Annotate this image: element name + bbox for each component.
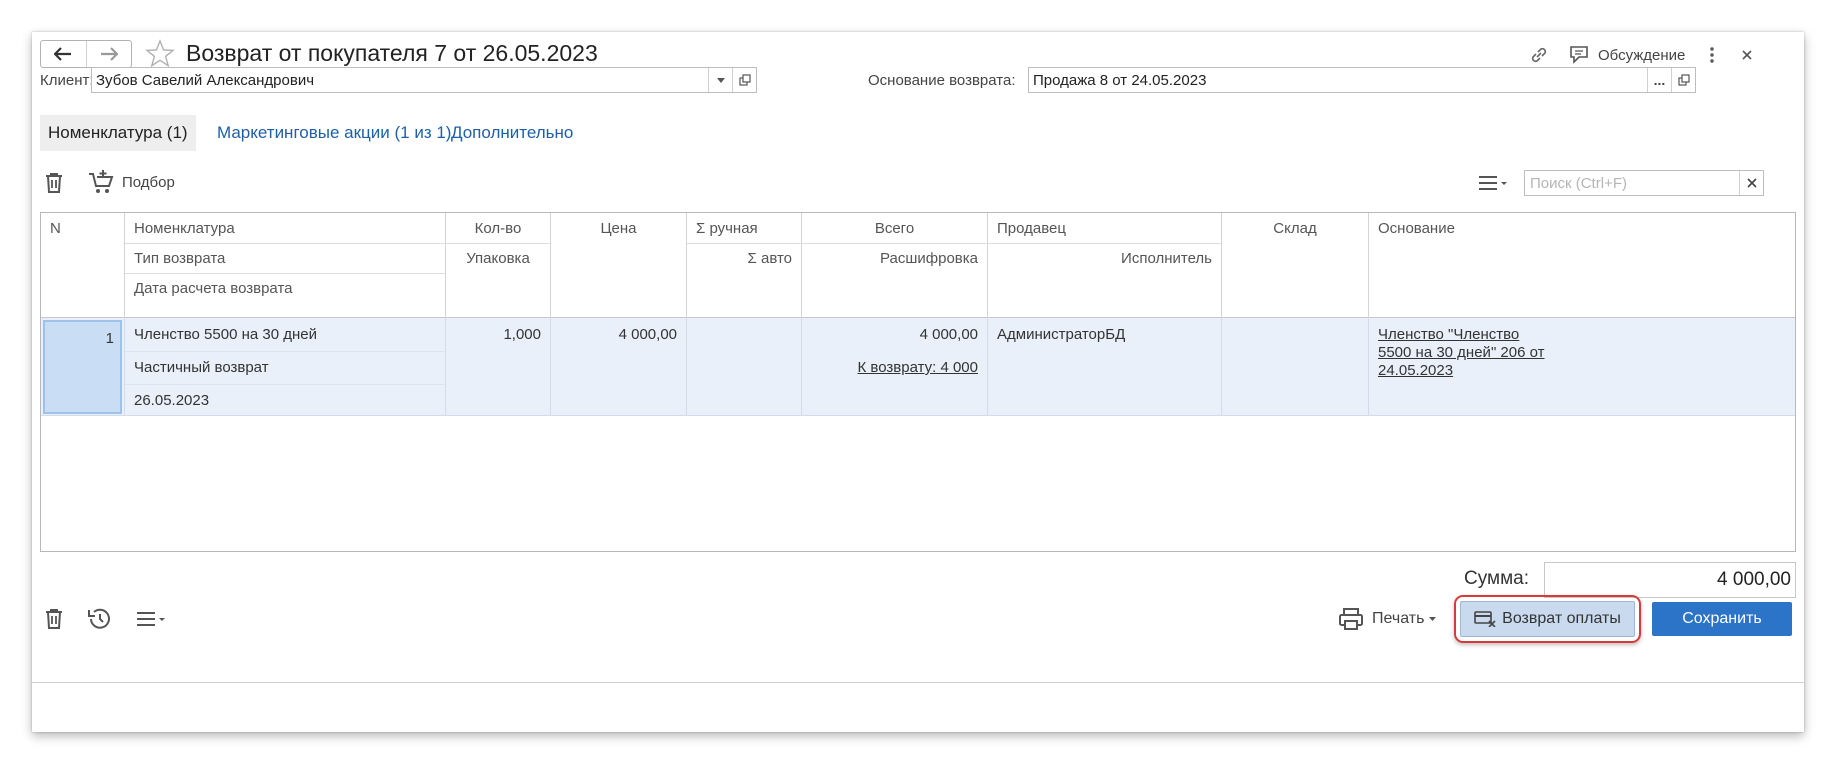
save-button[interactable]: Сохранить: [1652, 602, 1792, 636]
header-package[interactable]: Упаковка: [446, 243, 550, 273]
discussion-icon: [1570, 46, 1588, 64]
row-price: 4 000,00: [618, 326, 677, 343]
row-nomenclature: Членство 5500 на 30 дней: [134, 326, 317, 343]
table-search: [1524, 170, 1764, 196]
print-label: Печать: [1372, 610, 1425, 627]
pick-button[interactable]: Подбор: [88, 166, 175, 198]
history-icon: [88, 608, 110, 629]
sum-value: 4 000,00: [1544, 562, 1796, 598]
nomenclature-table: N Номенклатура Тип возврата Дата расчета…: [40, 212, 1796, 552]
table-row[interactable]: 1 Членство 5500 на 30 дней Частичный воз…: [41, 318, 1795, 416]
row-calc-date: 26.05.2023: [134, 392, 210, 409]
table-header: N Номенклатура Тип возврата Дата расчета…: [41, 213, 1795, 318]
sum-label: Сумма:: [1464, 568, 1529, 589]
discussion-label: Обсуждение: [1598, 46, 1686, 64]
pick-label: Подбор: [122, 173, 175, 191]
close-icon: [1742, 50, 1752, 60]
header-warehouse[interactable]: Склад: [1222, 213, 1368, 243]
printer-icon: [1339, 608, 1363, 630]
trash-icon: [46, 609, 62, 629]
header-n[interactable]: N: [41, 213, 70, 243]
client-label: Клиент:: [40, 72, 94, 89]
client-open-button[interactable]: [732, 68, 756, 92]
menu-icon: [137, 612, 165, 626]
discussion-button[interactable]: Обсуждение: [1568, 42, 1685, 68]
open-icon: [738, 74, 751, 86]
link-icon: [1531, 47, 1547, 63]
payment-return-button[interactable]: Возврат оплаты: [1460, 601, 1635, 637]
payment-return-label: Возврат оплаты: [1502, 610, 1621, 627]
row-basis-link[interactable]: Членство "Членство 5500 на 30 дней" 206 …: [1369, 326, 1549, 380]
back-arrow-icon: [54, 47, 72, 61]
favorite-star-button[interactable]: [144, 38, 176, 70]
more-vertical-icon: [1710, 47, 1714, 63]
more-actions-button[interactable]: [1708, 42, 1716, 68]
forward-button[interactable]: [85, 41, 132, 67]
tab-nomenclature[interactable]: Номенклатура (1): [40, 115, 196, 151]
close-window-button[interactable]: [1740, 42, 1754, 68]
menu-icon: [1479, 176, 1507, 190]
row-number-cell[interactable]: 1: [43, 320, 122, 414]
document-window: Возврат от покупателя 7 от 26.05.2023 Об…: [32, 32, 1804, 732]
print-button[interactable]: Печать: [1338, 604, 1437, 634]
header-total[interactable]: Всего: [802, 213, 987, 243]
header-executor[interactable]: Исполнитель: [988, 243, 1221, 273]
tab-additional[interactable]: Дополнительно: [443, 115, 581, 151]
open-icon: [1677, 74, 1690, 86]
header-nomenclature[interactable]: Номенклатура: [125, 213, 244, 243]
search-input[interactable]: [1525, 171, 1739, 195]
history-button[interactable]: [86, 604, 112, 634]
basis-label: Основание возврата:: [868, 72, 1016, 89]
header-return-type[interactable]: Тип возврата: [125, 243, 234, 273]
back-button[interactable]: [41, 41, 86, 67]
page-title: Возврат от покупателя 7 от 26.05.2023: [186, 40, 598, 66]
client-field[interactable]: Зубов Савелий Александрович: [91, 67, 757, 93]
delete-row-button[interactable]: [44, 168, 64, 198]
close-icon: [1746, 178, 1757, 188]
tab-marketing-promotions[interactable]: Маркетинговые акции (1 из 1): [209, 115, 459, 151]
trash-icon: [46, 173, 62, 193]
client-value: Зубов Савелий Александрович: [96, 71, 315, 89]
row-return-type: Частичный возврат: [134, 359, 269, 376]
navigation-buttons: [40, 40, 132, 68]
basis-value: Продажа 8 от 24.05.2023: [1033, 71, 1207, 89]
header-basis[interactable]: Основание: [1369, 213, 1464, 243]
client-dropdown-button[interactable]: [708, 68, 732, 92]
cart-add-icon: [89, 170, 114, 193]
basis-open-button[interactable]: [1671, 68, 1695, 92]
search-clear-button[interactable]: [1739, 171, 1763, 195]
card-return-icon: [1474, 611, 1496, 627]
breakdown-link-text[interactable]: К возврату: 4 000: [858, 359, 979, 376]
header-sum-manual[interactable]: Σ ручная: [687, 213, 767, 243]
delete-document-button[interactable]: [44, 604, 64, 634]
row-total: 4 000,00: [919, 326, 978, 343]
row-seller: АдминистраторБД: [997, 326, 1126, 343]
dropdown-arrow-icon: [716, 77, 725, 83]
header-price[interactable]: Цена: [551, 213, 686, 243]
copy-link-button[interactable]: [1528, 42, 1550, 68]
star-icon: [145, 39, 175, 68]
row-qty: 1,000: [503, 326, 541, 343]
basis-select-button[interactable]: ...: [1647, 68, 1671, 92]
header-breakdown[interactable]: Расшифровка: [802, 243, 987, 273]
row-number: 1: [105, 330, 114, 347]
header-calc-date[interactable]: Дата расчета возврата: [125, 273, 302, 303]
basis-field[interactable]: Продажа 8 от 24.05.2023 ...: [1028, 67, 1696, 93]
row-breakdown-link[interactable]: К возврату: 4 000: [802, 351, 987, 384]
table-more-menu-button[interactable]: [1478, 170, 1508, 196]
header-sum-auto[interactable]: Σ авто: [687, 243, 801, 273]
footer-divider: [32, 682, 1804, 683]
header-qty[interactable]: Кол-во: [446, 213, 550, 243]
header-seller[interactable]: Продавец: [988, 213, 1075, 243]
forward-arrow-icon: [100, 47, 118, 61]
more-menu-button[interactable]: [136, 604, 166, 634]
chevron-down-icon: [1429, 616, 1437, 621]
